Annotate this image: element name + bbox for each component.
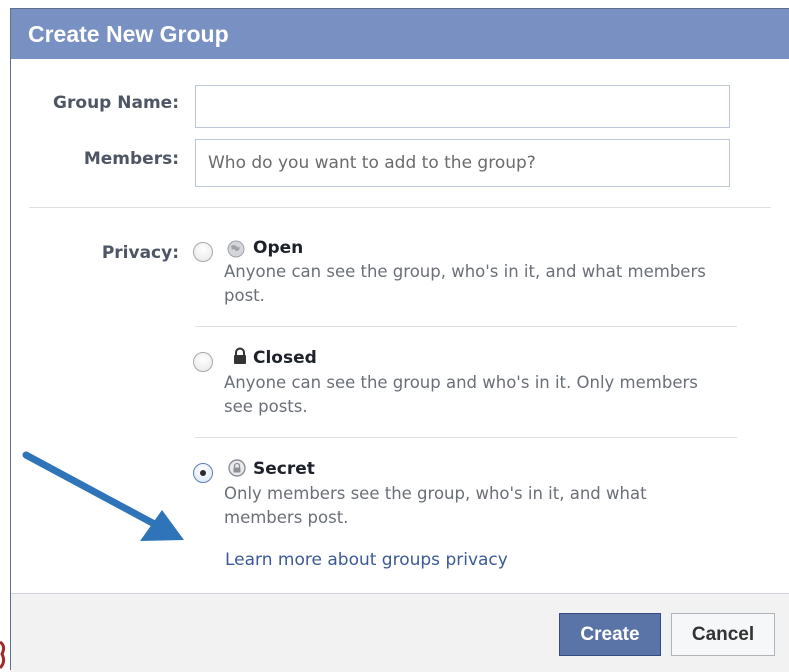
annotation-arrow — [22, 451, 184, 541]
learn-more-link[interactable]: Learn more about groups privacy — [225, 550, 508, 570]
partial-logo-fragment — [0, 640, 6, 670]
create-button[interactable]: Create — [559, 613, 661, 656]
option-desc-open: Anyone can see the group, who's in it, a… — [224, 262, 706, 305]
option-title-open: Open — [253, 238, 304, 258]
option-desc-secret: Only members see the group, who's in it,… — [224, 484, 647, 527]
option-title-closed: Closed — [253, 348, 317, 368]
group-name-input[interactable] — [195, 85, 730, 128]
members-input[interactable] — [195, 139, 730, 187]
option-divider — [195, 326, 737, 327]
cancel-button[interactable]: Cancel — [671, 613, 775, 656]
secret-lock-icon — [228, 459, 246, 477]
option-title-secret: Secret — [253, 459, 315, 479]
option-desc-closed: Anyone can see the group and who's in it… — [224, 373, 698, 416]
lock-icon — [234, 347, 246, 364]
globe-icon — [227, 240, 245, 258]
dialog-footer: Create Cancel — [11, 593, 789, 672]
option-divider — [195, 437, 737, 438]
